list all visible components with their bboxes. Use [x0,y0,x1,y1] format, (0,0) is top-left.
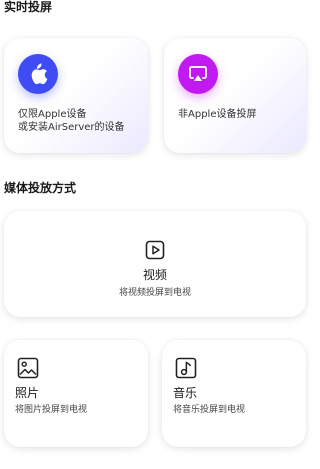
media-section-title: 媒体投放方式 [4,181,77,195]
video-description: 将视频投屏到电视 [118,288,191,298]
apple-icon [18,54,58,94]
music-note-icon [175,357,197,379]
realtime-section-title: 实时投屏 [4,0,53,14]
apple-cast-line1: 仅限Apple设备 [18,109,87,120]
apple-cast-card[interactable]: 仅限Apple设备 或安装AirServer的设备 [4,38,148,153]
apple-cast-text: 仅限Apple设备 或安装AirServer的设备 [18,108,125,134]
non-apple-cast-card[interactable]: 非Apple设备投屏 [164,38,306,153]
photo-label: 照片 [15,386,40,400]
music-description: 将音乐投屏到电视 [173,405,246,415]
image-icon [17,357,39,379]
video-play-icon [145,240,165,260]
airplay-icon [178,54,218,94]
non-apple-cast-label: 非Apple设备投屏 [178,109,257,120]
photo-cast-card[interactable]: 照片 将图片投屏到电视 [4,340,148,447]
music-label: 音乐 [173,386,198,400]
video-cast-card[interactable]: 视频 将视频投屏到电视 [4,211,306,317]
apple-cast-line2: 或安装AirServer的设备 [18,122,125,133]
photo-description: 将图片投屏到电视 [15,405,88,415]
video-label: 视频 [142,268,167,282]
music-cast-card[interactable]: 音乐 将音乐投屏到电视 [162,340,306,447]
